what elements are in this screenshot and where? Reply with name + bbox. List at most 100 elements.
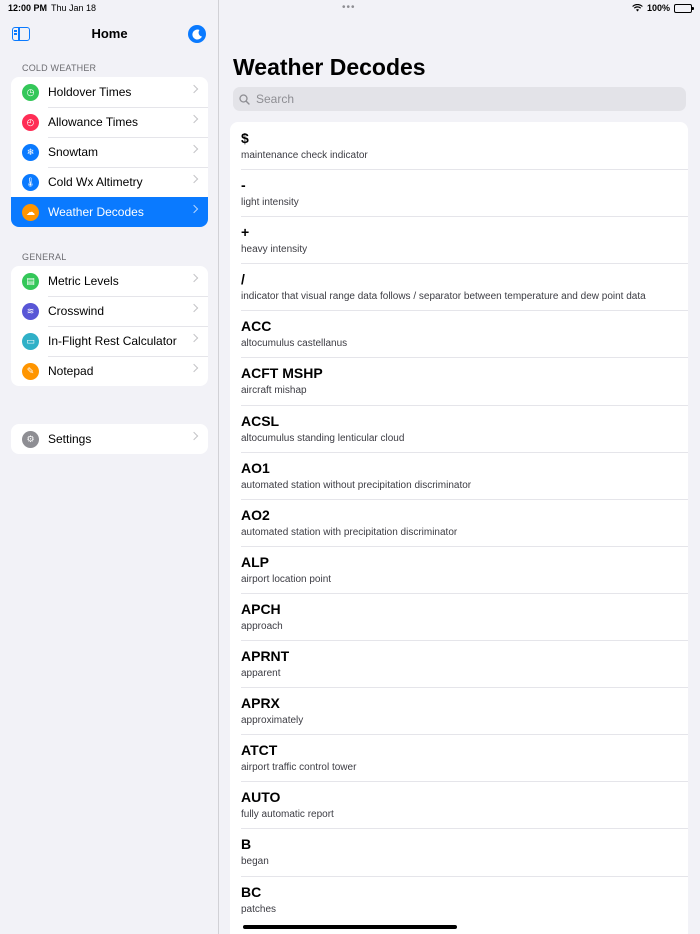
decode-description: airport location point	[241, 573, 332, 585]
sidebar-item-label: Notepad	[48, 364, 94, 378]
list-item[interactable]: AUTO fully automatic report	[230, 781, 688, 828]
page-title: Weather Decodes	[233, 54, 426, 80]
sidebar-item-label: In-Flight Rest Calculator	[48, 334, 177, 348]
list-item[interactable]: Bbegan	[230, 828, 688, 875]
decode-code: APRNT	[241, 648, 290, 665]
decode-code: APCH	[241, 600, 281, 617]
decode-code: +	[241, 224, 250, 241]
section-label-general: GENERAL	[22, 252, 67, 262]
list-item[interactable]: + heavy intensity	[230, 216, 688, 263]
sidebar-title: Home	[91, 26, 128, 41]
chevron-right-icon	[189, 303, 199, 313]
list-item[interactable]: AO2 automated station with precipitation …	[230, 498, 688, 546]
wifi-icon	[632, 4, 643, 12]
status-bar: 12:00 PM Thu Jan 18 ••• 100%	[0, 0, 700, 16]
moon-icon	[191, 29, 202, 40]
dark-mode-button[interactable]	[188, 25, 206, 43]
list-item[interactable]: / indicator that visual range data follow…	[230, 263, 688, 310]
wind-icon: ≋	[22, 302, 39, 320]
sidebar-item-settings[interactable]: ⚙ Settings	[11, 424, 208, 454]
status-time: 12:00 PM	[8, 3, 48, 13]
sidebar-item-label: Cold Wx Altimetry	[48, 175, 143, 189]
decode-description: patches	[241, 903, 277, 915]
sidebar-item-label: Allowance Times	[48, 115, 139, 129]
snowflake-icon: ❄	[22, 143, 39, 161]
sidebar-item-label: Holdover Times	[48, 85, 132, 99]
main-content: Weather Decodes Search $ maintenance chec…	[220, 0, 700, 934]
chevron-right-icon	[189, 363, 199, 373]
decode-code: AO1	[241, 459, 270, 476]
decode-code: /	[241, 271, 245, 288]
multitasking-dots-icon[interactable]: •••	[342, 2, 356, 13]
decode-description: indicator that visual range data follows…	[241, 291, 646, 303]
sidebar-item-snowtam[interactable]: ❄ Snowtam	[11, 137, 208, 167]
cold-weather-group: ◷ Holdover Times ◴ Allowance Times ❄ Sno…	[11, 77, 208, 227]
list-item[interactable]: APCH approach	[230, 592, 688, 640]
decode-description: aircraft mishap	[241, 385, 307, 397]
list-item[interactable]: APRNT apparent	[230, 640, 688, 687]
sidebar-item-holdover-times[interactable]: ◷ Holdover Times	[11, 77, 208, 107]
ruler-icon: ▤	[22, 272, 39, 290]
chevron-right-icon	[189, 144, 199, 154]
list-item[interactable]: ACFT MSHP aircraft mishap	[230, 357, 688, 404]
decode-description: approach	[241, 620, 283, 632]
decode-description: light intensity	[241, 197, 299, 209]
sidebar-item-notepad[interactable]: ✎ Notepad	[11, 356, 208, 386]
decode-description: fully automatic report	[241, 809, 334, 821]
cloud-sun-icon: ☁	[22, 203, 39, 221]
decode-description: approximately	[241, 715, 304, 727]
sidebar-item-label: Snowtam	[48, 145, 99, 159]
chevron-right-icon	[189, 114, 199, 124]
decode-description: altocumulus standing lenticular cloud	[241, 432, 405, 444]
sidebar-item-label: Crosswind	[48, 304, 105, 318]
home-indicator[interactable]	[243, 925, 457, 929]
sidebar-item-weather-decodes[interactable]: ☁ Weather Decodes	[11, 197, 208, 227]
status-date: Thu Jan 18	[51, 3, 97, 13]
list-item[interactable]: $ maintenance check indicator	[230, 122, 688, 169]
status-right: 100%	[632, 3, 694, 13]
chevron-right-icon	[189, 204, 199, 214]
list-item[interactable]: - light intensity	[230, 169, 688, 216]
sidebar: Home COLD WEATHER ◷ Holdover Times ◴ All…	[0, 0, 219, 934]
decode-description: began	[241, 856, 269, 868]
sidebar-item-cold-wx-altimetry[interactable]: 🌡 Cold Wx Altimetry	[11, 167, 208, 197]
decode-code: ALP	[241, 553, 269, 570]
sidebar-item-metric-levels[interactable]: ▤ Metric Levels	[11, 266, 208, 296]
search-icon	[239, 93, 250, 105]
decode-description: altocumulus castellanus	[241, 338, 348, 350]
sidebar-item-allowance-times[interactable]: ◴ Allowance Times	[11, 107, 208, 137]
decode-description: heavy intensity	[241, 244, 308, 256]
list-item[interactable]: AO1 automated station without precipitati…	[230, 451, 688, 499]
chevron-right-icon	[189, 174, 199, 184]
section-label-cold-weather: COLD WEATHER	[22, 63, 97, 73]
sidebar-header: Home	[0, 22, 219, 46]
chevron-right-icon	[189, 273, 199, 283]
chevron-right-icon	[189, 333, 199, 343]
clock-icon: ◷	[22, 83, 39, 101]
chevron-right-icon	[189, 431, 199, 441]
decode-code: AO2	[241, 506, 270, 523]
decode-code: -	[241, 177, 246, 194]
decode-code: ACFT MSHP	[241, 365, 323, 382]
decode-description: automated station with precipitation dis…	[241, 526, 458, 538]
decode-description: maintenance check indicator	[241, 150, 368, 161]
decode-code: B	[241, 836, 252, 853]
list-item[interactable]: ACC altocumulus castellanus	[230, 310, 688, 357]
decode-code: ATCT	[241, 742, 278, 759]
gear-icon: ⚙	[22, 430, 39, 448]
search-field[interactable]: Search	[233, 87, 686, 111]
decode-code: APRX	[241, 695, 280, 712]
decode-code: ACC	[241, 318, 272, 335]
list-item[interactable]: ALP airport location point	[230, 545, 688, 593]
list-item[interactable]: APRX approximately	[230, 687, 688, 734]
decode-description: apparent	[241, 668, 281, 680]
sidebar-item-in-flight-rest-calculator[interactable]: ▭ In-Flight Rest Calculator	[11, 326, 208, 356]
decode-code: $	[241, 130, 249, 146]
list-item[interactable]: ATCT airport traffic control tower	[230, 734, 688, 781]
list-item[interactable]: BC patches	[230, 875, 688, 923]
battery-icon	[674, 3, 694, 13]
search-placeholder: Search	[256, 92, 295, 106]
list-item[interactable]: ACSL altocumulus standing lenticular clou…	[230, 404, 688, 452]
sidebar-item-label: Metric Levels	[48, 274, 119, 288]
sidebar-item-crosswind[interactable]: ≋ Crosswind	[11, 296, 208, 326]
